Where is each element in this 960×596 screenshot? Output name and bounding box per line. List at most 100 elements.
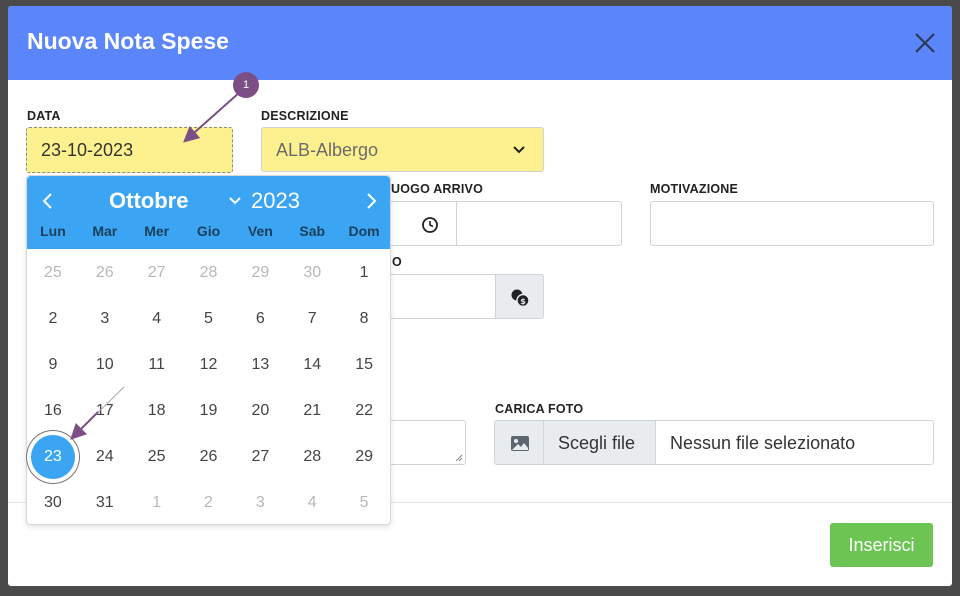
calendar-day[interactable]: 5 [183,296,235,342]
calendar-day-label: 23 [30,435,75,479]
luogo-arrivo-label: UOGO ARRIVO [391,182,484,196]
calendar-day-label: 13 [251,356,270,373]
weekday-label: Sab [299,223,326,239]
calendar-day[interactable]: 4 [131,296,183,342]
calendar-day-label: 30 [44,494,62,511]
calendar-day-label: 28 [303,448,322,465]
clock-addon [388,201,456,246]
motivazione-input[interactable] [650,201,934,246]
calendar-day[interactable]: 16 [27,388,79,434]
calendar-day[interactable]: 11 [131,342,183,388]
calendar-day-label: 16 [44,402,62,419]
note-textarea[interactable] [388,420,466,465]
calendar-day[interactable]: 27 [234,434,286,480]
chevron-left-icon[interactable] [37,190,59,212]
modal-title: Nuova Nota Spese [27,28,229,54]
calendar-day-label: 2 [204,494,213,511]
image-addon [494,420,544,465]
calendar-day[interactable]: 10 [79,342,131,388]
calendar-day[interactable]: 3 [234,480,286,526]
calendar-day[interactable]: 29 [234,250,286,296]
calendar-day[interactable]: 9 [27,342,79,388]
calendar-week-row: 23 24 25 26 27 28 29 [27,434,390,480]
choose-file-button[interactable]: Scegli file [544,421,656,464]
chevron-down-icon [513,146,525,154]
calendar-day[interactable]: 5 [338,480,390,526]
calendar-day[interactable]: 2 [27,296,79,342]
calendar-day[interactable]: 20 [234,388,286,434]
calendar-header: Ottobre 2023 Lun Mar Mer Gio Ven Sab Dom [27,176,390,249]
calendar-day-label: 31 [95,494,114,511]
calendar-day[interactable]: 17 [79,388,131,434]
calendar-month[interactable]: Ottobre [109,188,188,214]
calendar-day[interactable]: 22 [338,388,390,434]
calendar-day-label: 2 [48,310,58,327]
calendar-day[interactable]: 28 [183,250,235,296]
calendar-day[interactable]: 24 [79,434,131,480]
weekday-label: Dom [348,223,380,239]
calendar-day-label: 22 [355,402,373,419]
calendar-day[interactable]: 13 [234,342,286,388]
calendar-day[interactable]: 25 [131,434,183,480]
calendar-day[interactable]: 19 [183,388,235,434]
calendar-week-row: 16 17 18 19 20 21 22 [27,388,390,434]
calendar-day-label: 26 [95,264,114,281]
calendar-day[interactable]: 6 [234,296,286,342]
calendar-day[interactable]: 27 [131,250,183,296]
calendar-day[interactable]: 18 [131,388,183,434]
calendar-day[interactable]: 4 [286,480,338,526]
svg-text:$: $ [520,297,526,306]
importo-label: O [392,255,402,269]
chevron-right-icon[interactable] [360,190,382,212]
calendar-day[interactable]: 21 [286,388,338,434]
descrizione-select[interactable]: ALB-Albergo [261,127,544,172]
calendar-day[interactable]: 28 [286,434,338,480]
submit-button[interactable]: Inserisci [830,523,933,567]
calendar-day-label: 4 [307,494,317,511]
calendar-day[interactable]: 2 [183,480,235,526]
calendar-day[interactable]: 8 [338,296,390,342]
close-icon[interactable] [912,30,938,56]
chevron-down-icon[interactable] [228,196,242,206]
calendar-day[interactable]: 26 [183,434,235,480]
calendar-day-label: 25 [147,448,166,465]
calendar-day[interactable]: 15 [338,342,390,388]
calendar-day-label: 28 [199,264,218,281]
calendar-day-label: 29 [251,264,270,281]
calendar-day-label: 10 [95,356,114,373]
calendar-day[interactable]: 30 [27,480,79,526]
calendar-day[interactable]: 14 [286,342,338,388]
calendar-day[interactable]: 31 [79,480,131,526]
calendar-day-label: 27 [147,264,166,281]
calendar-day[interactable]: 30 [286,250,338,296]
calendar-day[interactable]: 29 [338,434,390,480]
calendar-day-label: 1 [359,264,369,281]
calendar-day[interactable]: 12 [183,342,235,388]
calendar-day[interactable]: 26 [79,250,131,296]
calendar-year[interactable]: 2023 [251,188,300,214]
calendar-day-label: 6 [255,310,265,327]
calendar-day-selected[interactable]: 23 [27,434,79,480]
data-input[interactable]: 23-10-2023 [26,127,233,173]
calendar-day[interactable]: 7 [286,296,338,342]
calendar-day-label: 19 [199,402,218,419]
choose-file-label: Scegli file [558,433,636,453]
importo-input[interactable] [388,274,496,319]
calendar-day[interactable]: 25 [27,250,79,296]
calendar-day[interactable]: 3 [79,296,131,342]
calendar-days-grid: 25 26 27 28 29 30 1 2 3 4 5 6 7 8 9 10 11 12 13 14 15 16 17 18 1… [27,250,390,526]
calendar-day-label: 18 [147,402,166,419]
coins-icon: $ [511,289,530,308]
descrizione-value: ALB-Albergo [276,140,379,160]
luogo-arrivo-input[interactable] [456,201,622,246]
calendar-day-label: 9 [48,356,58,373]
calendar-day[interactable]: 1 [131,480,183,526]
weekday-label: Gio [196,223,221,239]
calendar-day-label: 3 [255,494,265,511]
calendar-day[interactable]: 1 [338,250,390,296]
calendar-day-label: 14 [303,356,322,373]
calendar-week-row: 2 3 4 5 6 7 8 [27,296,390,342]
resize-handle-icon[interactable] [455,454,463,462]
file-input[interactable]: Scegli file Nessun file selezionato [543,420,934,465]
modal-header: Nuova Nota Spese [8,6,952,80]
